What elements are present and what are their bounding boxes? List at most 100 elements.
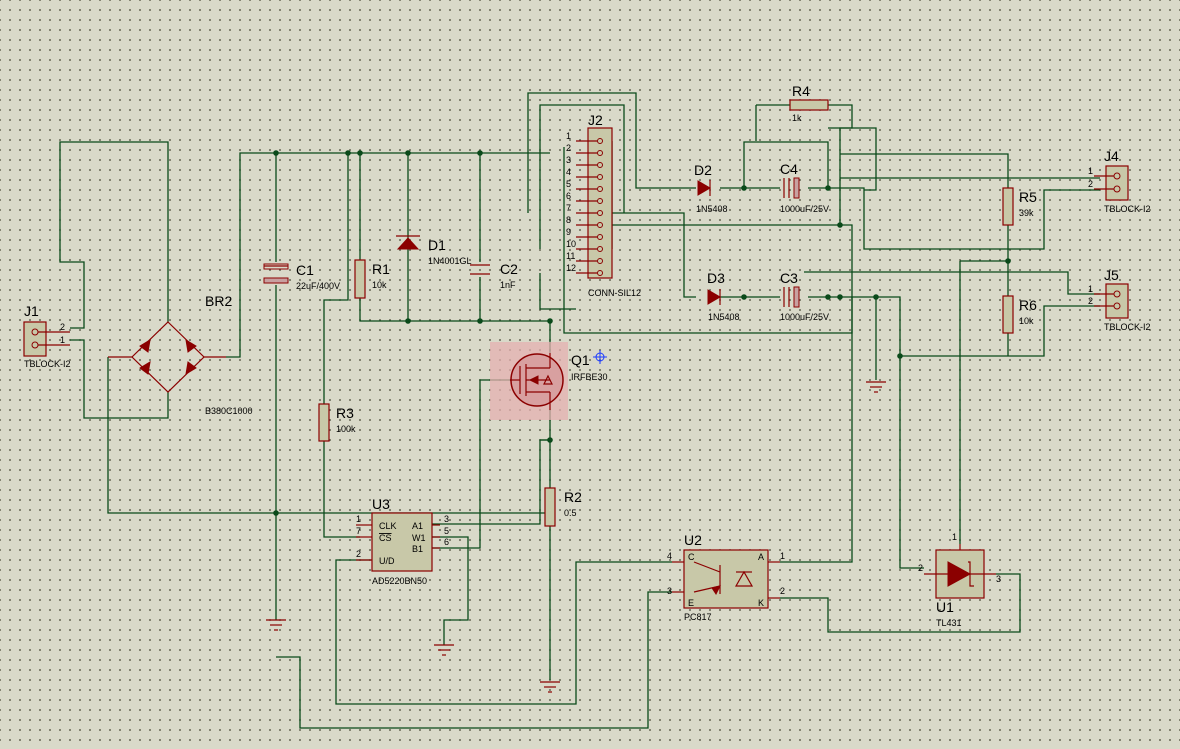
ref-label: D2	[694, 162, 712, 178]
resistor-r2[interactable]: R2 0.5	[544, 487, 582, 527]
pin-number: 2	[1088, 296, 1093, 306]
ref-label: D1	[428, 237, 446, 253]
pin-number: 3	[996, 574, 1001, 584]
capacitor-c3[interactable]: C3 1000uF/25V	[780, 270, 829, 322]
pin-number: 1	[60, 335, 65, 345]
ground-icon	[866, 381, 886, 393]
pin-label: W1	[412, 533, 426, 543]
pin-label: CLK	[379, 521, 397, 531]
value-label: 1k	[792, 113, 802, 123]
pin-number: 6	[444, 537, 449, 547]
resistor-r3[interactable]: R3 100k	[318, 403, 356, 442]
pin-number: 2	[918, 563, 923, 573]
value-label: IRFBE30	[571, 372, 608, 382]
value-label: 0.5	[564, 508, 577, 518]
value-label: 100k	[336, 424, 356, 434]
value-label: B380C1000	[205, 406, 253, 416]
schematic-sheet[interactable]: J1 TBLOCK-I2 2 1 BR2 B380C1000 C1 22uF/4…	[0, 0, 1180, 749]
ref-label: U1	[936, 599, 954, 615]
pin-number: 2	[60, 322, 65, 332]
value-label: CONN-SIL12	[588, 288, 641, 298]
value-label: 10k	[1019, 316, 1034, 326]
ref-label: J2	[588, 112, 603, 128]
resistor-r5[interactable]: R5 39k	[1002, 187, 1037, 226]
value-label: TBLOCK-I2	[1104, 204, 1151, 214]
pin-number: 2	[1088, 179, 1093, 189]
pin-number: 1	[780, 551, 785, 561]
pin-label: A	[758, 552, 764, 562]
pin-number: 12	[566, 263, 576, 273]
diode-d3[interactable]: D3 1N5408	[707, 270, 740, 322]
pin-number: 4	[566, 167, 571, 177]
ground-icon	[434, 644, 454, 656]
pin-number: 4	[667, 551, 672, 561]
pin-label: E	[688, 598, 694, 608]
ic-u3[interactable]: U3 AD5220BN50 CLK CS U/D A1 W1 B1 1 7 2 …	[356, 496, 449, 586]
ref-label: R1	[372, 261, 390, 277]
ref-label: J5	[1104, 267, 1119, 283]
shunt-regulator-u1[interactable]: U1 TL431 1 2 3	[918, 532, 1001, 628]
ref-label: J4	[1104, 148, 1119, 164]
pin-number: 1	[356, 514, 361, 524]
pin-number: 10	[566, 239, 576, 249]
ref-label: J1	[24, 303, 39, 319]
pin-number: 1	[1088, 284, 1093, 294]
origin-marker-icon	[593, 350, 607, 364]
schematic-canvas[interactable]: J1 TBLOCK-I2 2 1 BR2 B380C1000 C1 22uF/4…	[0, 0, 1180, 749]
pin-number: 1	[952, 532, 957, 542]
ref-label: C1	[296, 262, 314, 278]
pin-number: 2	[356, 549, 361, 559]
diode-d1[interactable]: D1 1N4001GL	[396, 235, 472, 266]
ref-label: R3	[336, 405, 354, 421]
ref-label: C3	[780, 270, 798, 286]
value-label: 1nF	[500, 280, 516, 290]
pin-label: CS	[379, 533, 392, 543]
value-label: PC817	[684, 612, 712, 622]
pin-number: 5	[444, 526, 449, 536]
pin-number: 1	[1088, 166, 1093, 176]
value-label: TBLOCK-I2	[1104, 322, 1151, 332]
ref-label: U2	[684, 532, 702, 548]
value-label: 10k	[372, 280, 387, 290]
pin-number: 7	[356, 526, 361, 536]
pin-number: 2	[566, 143, 571, 153]
value-label: 1000uF/25V	[780, 312, 829, 322]
pin-number: 3	[667, 586, 672, 596]
connector-j1[interactable]: J1 TBLOCK-I2 2 1	[23, 303, 71, 369]
value-label: TBLOCK-I2	[24, 359, 71, 369]
value-label: 1N4001GL	[428, 256, 472, 266]
optocoupler-u2[interactable]: U2 PC817 C E A K 4 3 1 2	[667, 532, 785, 622]
ref-label: C2	[500, 261, 518, 277]
mosfet-q1[interactable]: Q1 IRFBE30	[490, 342, 608, 420]
pin-number: 2	[780, 586, 785, 596]
pin-number: 5	[566, 179, 571, 189]
value-label: 39k	[1019, 208, 1034, 218]
pin-number: 3	[444, 514, 449, 524]
resistor-r4[interactable]: R4 1k	[789, 83, 829, 123]
value-label: TL431	[936, 618, 962, 628]
connector-j4[interactable]: J4 TBLOCK-I2 1 2	[1088, 148, 1151, 214]
ref-label: R6	[1019, 297, 1037, 313]
pin-label: U/D	[379, 556, 395, 566]
pin-number: 8	[566, 215, 571, 225]
pin-number: 6	[566, 191, 571, 201]
value-label: 1N5408	[696, 204, 728, 214]
pin-label: A1	[412, 521, 423, 531]
value-label: 22uF/400V	[296, 281, 340, 291]
resistor-r6[interactable]: R6 10k	[1002, 295, 1037, 334]
ground-icon	[540, 681, 560, 693]
connector-j2[interactable]: 123456789101112 J2 CONN-SIL12	[566, 112, 641, 298]
pin-number: 3	[566, 155, 571, 165]
ref-label: U3	[372, 496, 390, 512]
connector-j5[interactable]: J5 TBLOCK-I2 1 2	[1088, 267, 1151, 332]
bridge-rectifier-br2[interactable]: BR2 B380C1000	[108, 293, 253, 416]
pin-number: 11	[566, 251, 575, 261]
ref-label: R4	[792, 83, 810, 99]
pin-number: 1	[566, 131, 571, 141]
pin-number: 7	[566, 203, 571, 213]
capacitor-c2[interactable]: C2 1nF	[470, 261, 518, 290]
ref-label: Q1	[571, 352, 590, 368]
pin-number: 9	[566, 227, 571, 237]
resistor-r1[interactable]: R1 10k	[354, 259, 390, 299]
value-label: AD5220BN50	[372, 576, 427, 586]
